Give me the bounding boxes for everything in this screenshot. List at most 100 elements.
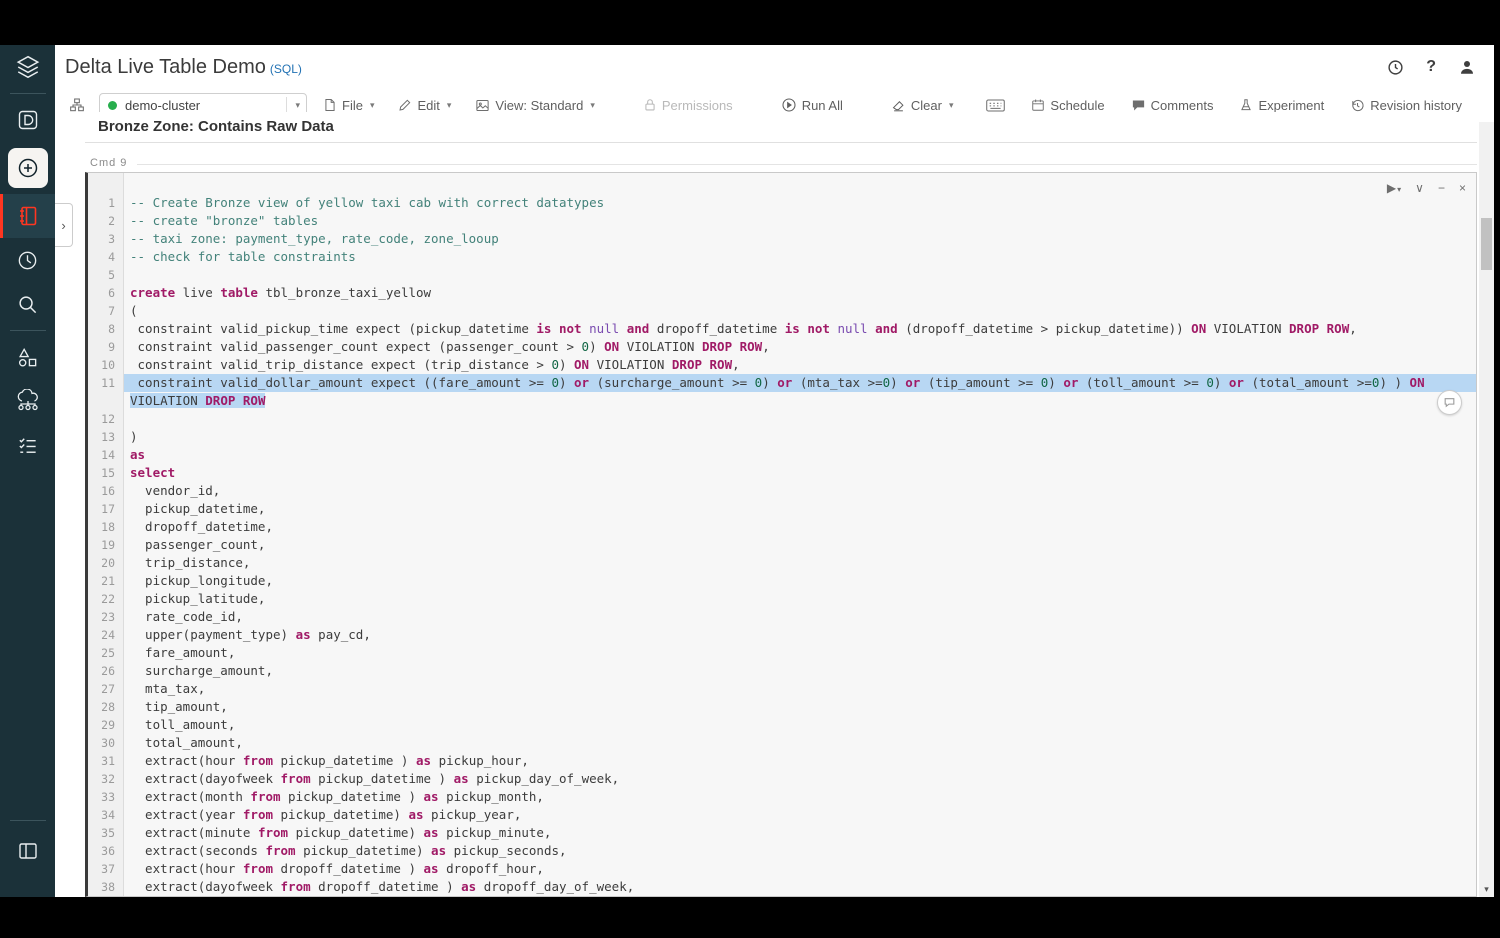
- code-line[interactable]: -- create "bronze" tables: [124, 212, 1476, 230]
- code-line[interactable]: extract(dayofweek from dropoff_datetime …: [124, 878, 1476, 896]
- code-line[interactable]: pickup_longitude,: [124, 572, 1476, 590]
- scrollbar-down-arrow[interactable]: ▾: [1479, 884, 1494, 895]
- code-line[interactable]: tip_amount,: [124, 698, 1476, 716]
- lock-icon: [645, 99, 655, 111]
- code-line[interactable]: -- taxi zone: payment_type, rate_code, z…: [124, 230, 1476, 248]
- code-line[interactable]: upper(payment_type) as pay_cd,: [124, 626, 1476, 644]
- line-number: 15: [101, 466, 115, 480]
- databricks-logo-icon[interactable]: [0, 45, 55, 89]
- code-line[interactable]: constraint valid_passenger_count expect …: [124, 338, 1476, 356]
- chevron-down-icon: ▾: [1397, 185, 1402, 194]
- code-line[interactable]: toll_amount,: [124, 716, 1476, 734]
- code-line[interactable]: constraint valid_pickup_time expect (pic…: [124, 320, 1476, 338]
- sidebar-item-jobs[interactable]: [0, 423, 55, 467]
- chevron-down-icon: ▾: [446, 99, 452, 110]
- code-line[interactable]: VIOLATION DROP ROW: [124, 392, 1476, 410]
- file-menu[interactable]: File ▾: [323, 98, 374, 113]
- collapse-cell-button[interactable]: ∨: [1415, 181, 1424, 195]
- sidebar-item-data[interactable]: [0, 335, 55, 379]
- code-line[interactable]: constraint valid_dollar_amount expect ((…: [124, 374, 1476, 392]
- code-line[interactable]: surcharge_amount,: [124, 662, 1476, 680]
- notebook-titlebar: Delta Live Table Demo (SQL) ?: [55, 45, 1494, 88]
- cluster-name: demo-cluster: [125, 97, 201, 113]
- code-line[interactable]: as: [124, 446, 1476, 464]
- run-all-button[interactable]: Run All: [781, 97, 843, 113]
- code-line[interactable]: extract(seconds from pickup_datetime) as…: [124, 842, 1476, 860]
- code-line[interactable]: passenger_count,: [124, 536, 1476, 554]
- code-editor[interactable]: 1 2 3 4 5 6 7 8 9 10 11 12 13 14 15 16 17 18 19 20 21 22 23 24 2…: [88, 173, 1476, 896]
- code-line[interactable]: pickup_latitude,: [124, 590, 1476, 608]
- code-line[interactable]: (: [124, 302, 1476, 320]
- line-number: 2: [108, 214, 115, 228]
- create-button[interactable]: [7, 148, 48, 188]
- sidebar-item-search[interactable]: [0, 282, 55, 326]
- line-number: 19: [101, 538, 115, 552]
- code-line[interactable]: [124, 410, 1476, 428]
- code-line[interactable]: create live table tbl_bronze_taxi_yellow: [124, 284, 1476, 302]
- code-lines[interactable]: -- Create Bronze view of yellow taxi cab…: [124, 173, 1476, 896]
- line-number: 35: [101, 826, 115, 840]
- code-cell[interactable]: ▶▾ ∨ − × 1 2 3 4 5 6 7 8 9 10 11 12 13 14 15 16 17 18 19 20…: [85, 172, 1477, 897]
- edit-menu[interactable]: Edit ▾: [398, 98, 451, 113]
- code-line[interactable]: dropoff_datetime,: [124, 518, 1476, 536]
- comments-button[interactable]: Comments: [1131, 98, 1213, 113]
- code-line[interactable]: extract(hour from pickup_datetime ) as p…: [124, 752, 1476, 770]
- code-line[interactable]: -- Create Bronze view of yellow taxi cab…: [124, 194, 1476, 212]
- code-line[interactable]: fare_amount,: [124, 644, 1476, 662]
- sidebar-item-recents[interactable]: [0, 238, 55, 282]
- plus-circle-icon: [18, 158, 37, 178]
- schedule-button[interactable]: Schedule: [1031, 98, 1105, 113]
- minimize-cell-button[interactable]: −: [1438, 181, 1445, 195]
- help-icon[interactable]: ?: [1426, 58, 1436, 76]
- code-line[interactable]: extract(dayofweek from pickup_datetime )…: [124, 770, 1476, 788]
- code-line[interactable]: extract(year from pickup_datetime) as pi…: [124, 806, 1476, 824]
- section-heading: Bronze Zone: Contains Raw Data: [98, 118, 334, 135]
- line-number: 8: [108, 322, 115, 336]
- code-line[interactable]: -- check for table constraints: [124, 248, 1476, 266]
- code-line[interactable]: ): [124, 428, 1476, 446]
- code-line[interactable]: select: [124, 464, 1476, 482]
- scrollbar-thumb[interactable]: [1481, 218, 1492, 270]
- experiment-button[interactable]: Experiment: [1239, 98, 1324, 113]
- expand-panel-tab[interactable]: ›: [55, 203, 73, 247]
- sidebar-panel-toggle[interactable]: [0, 829, 55, 873]
- view-menu[interactable]: View: Standard ▾: [475, 98, 595, 113]
- run-cell-button[interactable]: ▶▾: [1387, 181, 1401, 195]
- cluster-tree-icon[interactable]: [69, 97, 85, 113]
- code-line[interactable]: mta_tax,: [124, 680, 1476, 698]
- profile-icon[interactable]: [1458, 58, 1476, 76]
- clear-menu[interactable]: Clear ▾: [891, 98, 954, 113]
- shortcuts-button[interactable]: [986, 98, 1006, 113]
- code-line[interactable]: vendor_id,: [124, 482, 1476, 500]
- code-line[interactable]: total_amount,: [124, 734, 1476, 752]
- line-number: 5: [108, 268, 115, 282]
- sidebar-item-compute[interactable]: [0, 379, 55, 423]
- notebook-name: Delta Live Table Demo: [65, 56, 266, 78]
- flask-icon: [1241, 99, 1252, 111]
- code-line[interactable]: trip_distance,: [124, 554, 1476, 572]
- close-cell-button[interactable]: ×: [1459, 181, 1466, 195]
- code-line[interactable]: extract(minute from pickup_datetime) as …: [124, 824, 1476, 842]
- sidebar-divider: [9, 93, 46, 94]
- code-line[interactable]: constraint valid_trip_distance expect (t…: [124, 356, 1476, 374]
- calendar-icon: [1032, 99, 1045, 111]
- permissions-menu[interactable]: Permissions: [643, 98, 733, 113]
- line-number: 1: [108, 196, 115, 210]
- markdown-cell[interactable]: Bronze Zone: Contains Raw Data: [85, 112, 1477, 143]
- revision-history-button[interactable]: Revision history: [1350, 98, 1462, 113]
- sidebar-item-workspace[interactable]: [0, 98, 55, 142]
- code-line[interactable]: pickup_datetime,: [124, 500, 1476, 518]
- code-line[interactable]: extract(hour from dropoff_datetime ) as …: [124, 860, 1476, 878]
- line-number: 7: [108, 304, 115, 318]
- vertical-scrollbar[interactable]: ▾: [1479, 122, 1494, 897]
- recent-clock-icon[interactable]: [1387, 59, 1404, 76]
- code-line[interactable]: extract(month from pickup_datetime ) as …: [124, 788, 1476, 806]
- panel-toggle-icon: [18, 843, 37, 859]
- sidebar-item-notebook-active[interactable]: [0, 194, 55, 238]
- view-image-icon: [476, 99, 490, 111]
- code-line[interactable]: rate_code_id,: [124, 608, 1476, 626]
- line-number: 16: [101, 484, 115, 498]
- sidebar-divider: [9, 330, 46, 331]
- cell-comment-button[interactable]: [1437, 390, 1462, 415]
- code-line[interactable]: [124, 266, 1476, 284]
